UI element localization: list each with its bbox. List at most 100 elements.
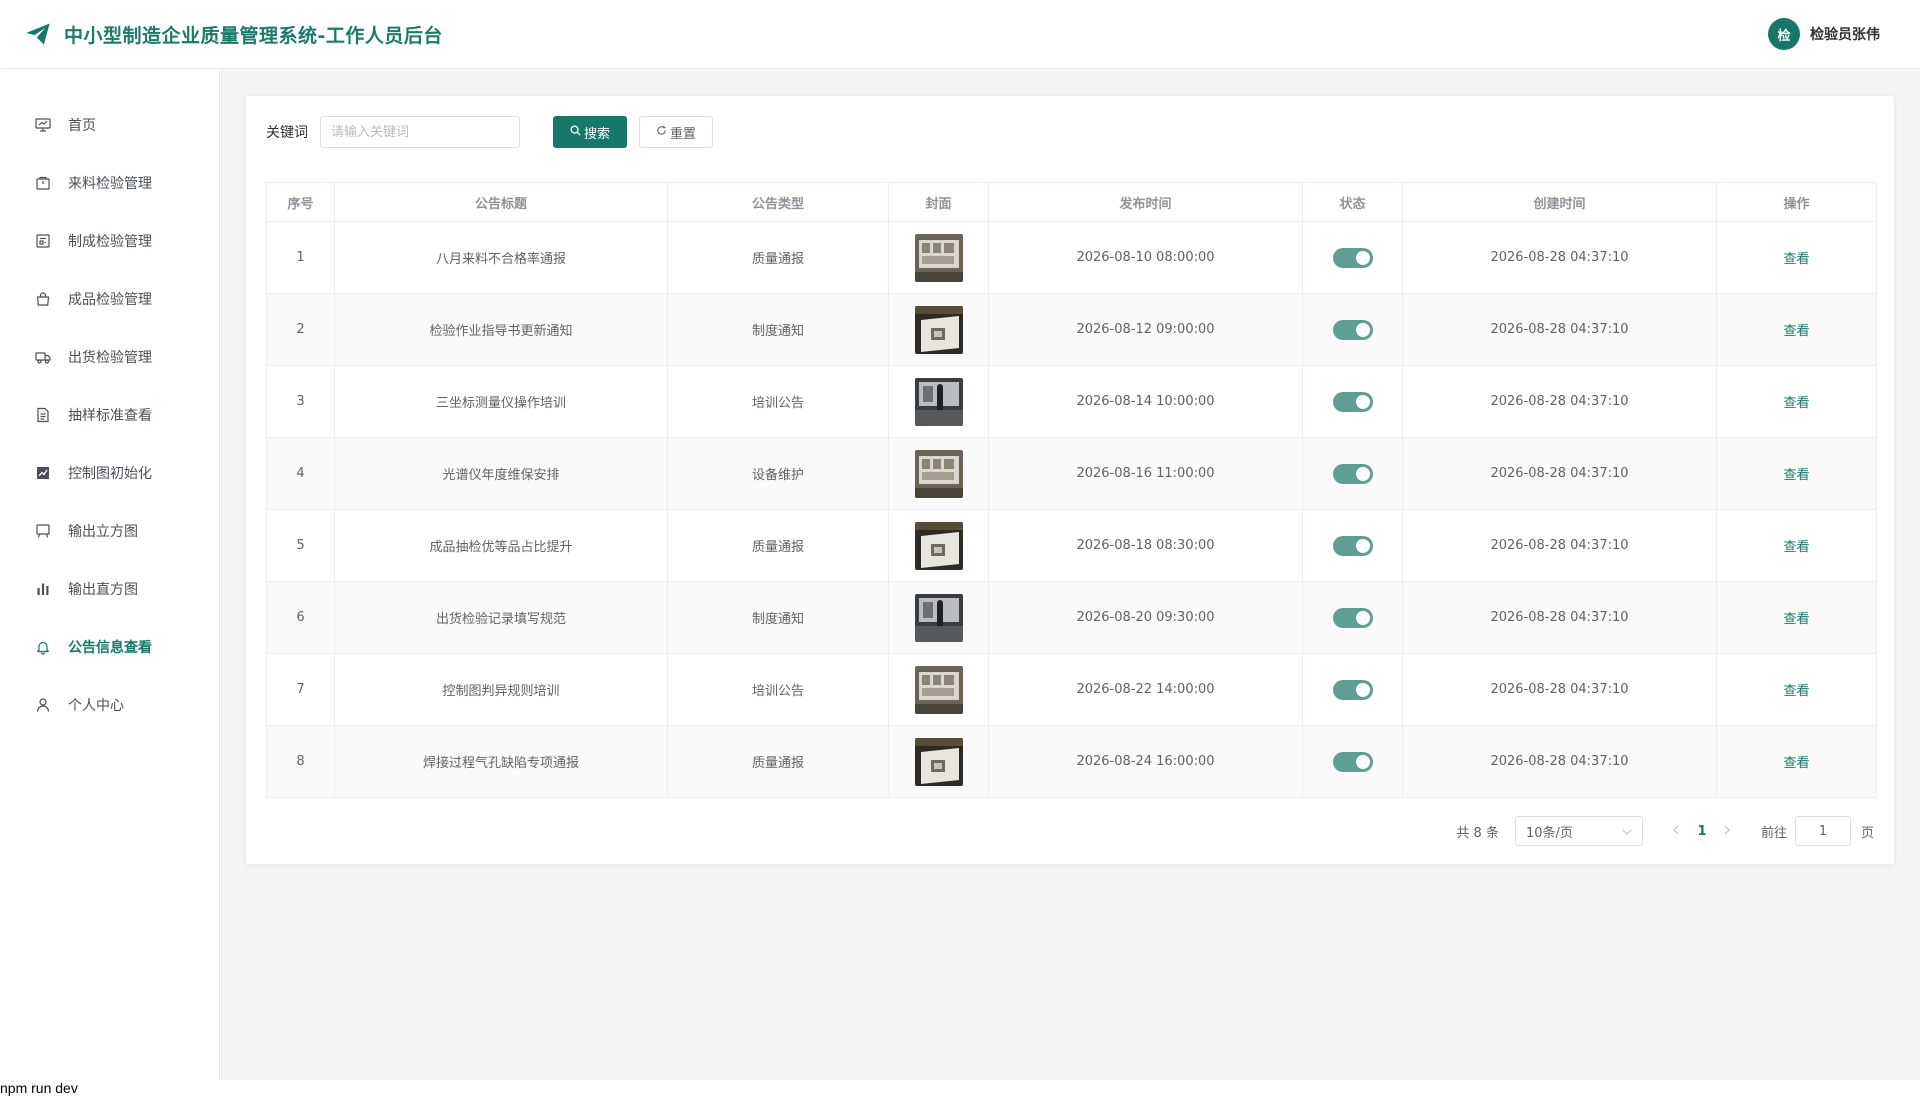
- sidebar-item-9[interactable]: 输出直方图: [0, 560, 219, 618]
- sidebar-item-3[interactable]: 制成检验管理: [0, 212, 219, 270]
- cell-announcement-type: 质量通报: [667, 509, 889, 582]
- cell-action: 查看: [1716, 437, 1877, 510]
- status-toggle[interactable]: [1332, 751, 1373, 772]
- search-button[interactable]: 搜索: [553, 116, 627, 148]
- view-link[interactable]: 查看: [1783, 324, 1809, 339]
- goto-page-input[interactable]: [1794, 816, 1851, 846]
- cell-action: 查看: [1716, 293, 1877, 366]
- sidebar-item-5[interactable]: 出货检验管理: [0, 328, 219, 386]
- sidebar-item-label: 制成检验管理: [68, 234, 152, 250]
- status-toggle[interactable]: [1332, 319, 1373, 340]
- page-number-current[interactable]: 1: [1687, 824, 1717, 839]
- sidebar-item-1[interactable]: 首页: [0, 96, 219, 154]
- cell-row-number: 8: [266, 725, 335, 798]
- cell-publish-time: 2026-08-20 09:30:00: [988, 581, 1303, 654]
- sidebar-item-10[interactable]: 公告信息查看: [0, 618, 219, 676]
- cell-created-time: 2026-08-28 04:37:10: [1402, 437, 1717, 510]
- file-icon: [34, 406, 52, 424]
- line-chart-icon: [34, 464, 52, 482]
- main-content: 关键词 搜索 重置 序号公告标题公告类型封面发布时间状态创建时间操: [221, 70, 1920, 1080]
- content-card: 关键词 搜索 重置 序号公告标题公告类型封面发布时间状态创建时间操: [245, 95, 1895, 865]
- cell-row-number: 1: [266, 221, 335, 294]
- cell-announcement-title: 八月来料不合格率通报: [334, 221, 668, 294]
- sidebar-item-label: 出货检验管理: [68, 350, 152, 366]
- cell-cover: [888, 365, 989, 438]
- page-size-select[interactable]: 10条/页: [1514, 816, 1643, 846]
- column-header: 公告类型: [667, 182, 889, 222]
- user-name[interactable]: 检验员张伟: [1810, 24, 1880, 44]
- search-icon: [570, 125, 581, 139]
- user-icon: [34, 696, 52, 714]
- sidebar-item-label: 输出直方图: [68, 582, 138, 598]
- table-row: 8 焊接过程气孔缺陷专项通报 质量通报 2026-08-24 16:00:00 2026…: [266, 725, 1877, 798]
- total-count: 共 8 条: [1456, 825, 1499, 841]
- sidebar-menu: 首页 来料检验管理制成检验管理 成品检验管理 出货检验管理抽样标准查看控制图初始化 输出…: [0, 70, 219, 734]
- sidebar-item-2[interactable]: 来料检验管理: [0, 154, 219, 212]
- avatar[interactable]: 检: [1768, 18, 1800, 50]
- view-link[interactable]: 查看: [1783, 468, 1809, 483]
- pagination: 共 8 条 10条/页 1 前往 页: [1456, 816, 1874, 846]
- cell-status: [1302, 653, 1403, 726]
- sidebar-item-4[interactable]: 成品检验管理: [0, 270, 219, 328]
- cell-action: 查看: [1716, 581, 1877, 654]
- keyword-input[interactable]: [320, 116, 520, 148]
- cover-image[interactable]: [914, 449, 963, 498]
- document-list-icon: [34, 232, 52, 250]
- view-link[interactable]: 查看: [1783, 612, 1809, 627]
- cell-announcement-title: 成品抽检优等品占比提升: [334, 509, 668, 582]
- cell-status: [1302, 221, 1403, 294]
- sidebar-item-7[interactable]: 控制图初始化: [0, 444, 219, 502]
- cell-announcement-title: 光谱仪年度维保安排: [334, 437, 668, 510]
- user-menu[interactable]: 检 检验员张伟: [1768, 18, 1880, 50]
- view-link[interactable]: 查看: [1783, 252, 1809, 267]
- sidebar-item-8[interactable]: 输出立方图: [0, 502, 219, 560]
- cell-created-time: 2026-08-28 04:37:10: [1402, 725, 1717, 798]
- cell-status: [1302, 365, 1403, 438]
- cover-image[interactable]: [914, 593, 963, 642]
- view-link[interactable]: 查看: [1783, 540, 1809, 555]
- top-header: 中小型制造企业质量管理系统-工作人员后台 检 检验员张伟: [0, 0, 1920, 69]
- sidebar-item-label: 输出立方图: [68, 524, 138, 540]
- cover-image[interactable]: [914, 377, 963, 426]
- cover-image[interactable]: [914, 521, 963, 570]
- chevron-left-icon: [1673, 825, 1679, 835]
- status-toggle[interactable]: [1332, 607, 1373, 628]
- status-toggle[interactable]: [1332, 247, 1373, 268]
- cell-created-time: 2026-08-28 04:37:10: [1402, 509, 1717, 582]
- cell-publish-time: 2026-08-14 10:00:00: [988, 365, 1303, 438]
- cover-image[interactable]: [914, 233, 963, 282]
- sidebar-item-label: 控制图初始化: [68, 466, 152, 482]
- cell-announcement-type: 设备维护: [667, 437, 889, 510]
- column-header: 创建时间: [1402, 182, 1717, 222]
- table-row: 1 八月来料不合格率通报 质量通报 2026-08-10 08:00:00 2026-0…: [266, 221, 1877, 294]
- cover-image[interactable]: [914, 665, 963, 714]
- cell-cover: [888, 293, 989, 366]
- view-link[interactable]: 查看: [1783, 684, 1809, 699]
- sidebar-item-label: 成品检验管理: [68, 292, 152, 308]
- cell-announcement-type: 质量通报: [667, 725, 889, 798]
- cell-publish-time: 2026-08-16 11:00:00: [988, 437, 1303, 510]
- sidebar-item-6[interactable]: 抽样标准查看: [0, 386, 219, 444]
- refresh-icon: [656, 125, 667, 139]
- cell-announcement-title: 检验作业指导书更新通知: [334, 293, 668, 366]
- next-page-button[interactable]: [1717, 823, 1739, 839]
- view-link[interactable]: 查看: [1783, 396, 1809, 411]
- cover-image[interactable]: [914, 737, 963, 786]
- announcement-table: 序号 公告标题 公告类型 封面 发布时间 状态 创建时间 操作 1 八月来料不合格率通报 质量通报…: [266, 182, 1877, 798]
- prev-page-button[interactable]: [1665, 823, 1687, 839]
- view-link[interactable]: 查看: [1783, 756, 1809, 771]
- reset-button[interactable]: 重置: [639, 116, 713, 148]
- chevron-down-icon: [1622, 824, 1632, 839]
- status-toggle[interactable]: [1332, 463, 1373, 484]
- cover-image[interactable]: [914, 305, 963, 354]
- cell-cover: [888, 653, 989, 726]
- sidebar-item-11[interactable]: 个人中心: [0, 676, 219, 734]
- cell-status: [1302, 437, 1403, 510]
- status-toggle[interactable]: [1332, 679, 1373, 700]
- status-toggle[interactable]: [1332, 535, 1373, 556]
- presentation-icon: [34, 116, 52, 134]
- cell-cover: [888, 437, 989, 510]
- search-button-label: 搜索: [583, 126, 610, 142]
- status-toggle[interactable]: [1332, 391, 1373, 412]
- table-row: 7 控制图判异规则培训 培训公告 2026-08-22 14:00:00 2026-08…: [266, 653, 1877, 726]
